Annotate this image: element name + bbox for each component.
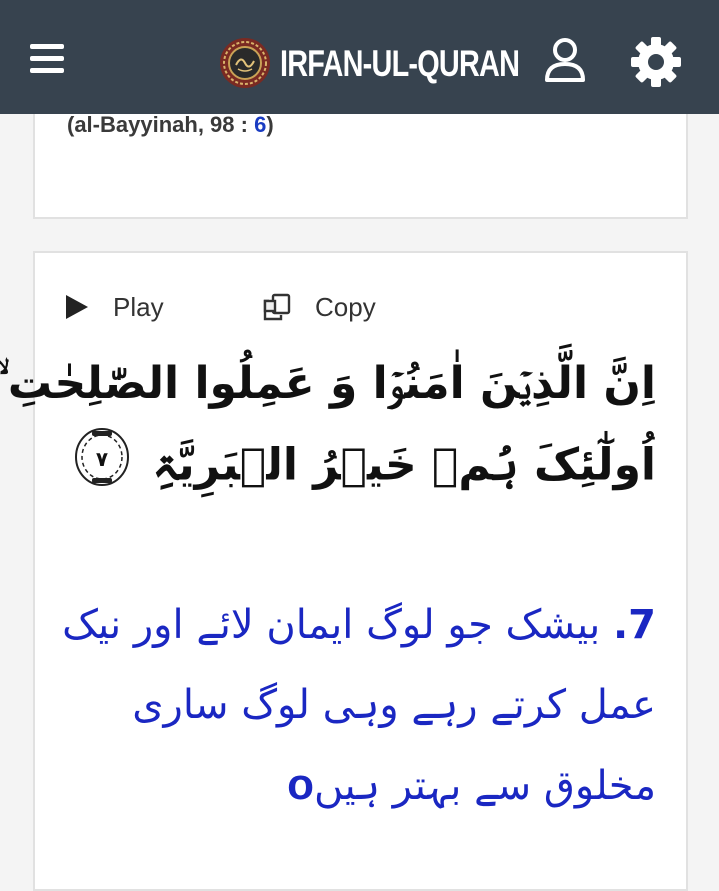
top-navigation-bar: IRFAN-UL-QURAN [0,0,719,114]
hamburger-menu-icon[interactable] [30,44,64,74]
logo-emblem-icon[interactable] [219,37,271,89]
verse-number: 7. [612,602,656,648]
verse-card: Play Copy اِنَّ الَّذِیۡنَ اٰمَنُوۡا وَ … [0,251,688,891]
ayah-number: ۷ [96,447,108,471]
gear-icon[interactable] [630,36,682,88]
arabic-line-2: اُولٰٓئِکَ ہُمۡ خَیۡرُ الۡبَرِیَّۃِ ۷ [66,423,656,512]
play-button[interactable]: Play [65,291,164,323]
reference-verse-number[interactable]: 6 [254,112,266,137]
play-label: Play [113,292,164,322]
reference-text: (al-Bayyinah, 98 : [67,112,255,137]
brand-title[interactable]: IRFAN-UL-QURAN [280,42,520,86]
urdu-translation: 7. بیشک جو لوگ ایمان لائے اور نیک عمل کر… [56,585,656,826]
verse-end-mark: o [287,760,315,809]
verse-reference: (al-Bayyinah, 98 : 6) [67,112,274,138]
ayah-end-marker: ۷ [73,423,131,512]
copy-icon [263,293,291,321]
urdu-translation-text: بیشک جو لوگ ایمان لائے اور نیک عمل کرتے … [62,602,656,809]
user-icon[interactable] [542,36,588,84]
arabic-line-1: اِنَّ الَّذِیۡنَ اٰمَنُوۡا وَ عَمِلُوا ا… [0,358,656,409]
arabic-line-2-text: اُولٰٓئِکَ ہُمۡ خَیۡرُ الۡبَرِیَّۃِ [152,439,656,491]
reference-close: ) [266,112,274,137]
copy-button[interactable]: Copy [263,291,376,323]
copy-label: Copy [315,292,376,322]
play-icon [66,295,88,319]
arabic-verse-text: اِنَّ الَّذِیۡنَ اٰمَنُوۡا وَ عَمِلُوا ا… [0,345,656,512]
ayah-ornament-icon: ۷ [74,428,129,486]
